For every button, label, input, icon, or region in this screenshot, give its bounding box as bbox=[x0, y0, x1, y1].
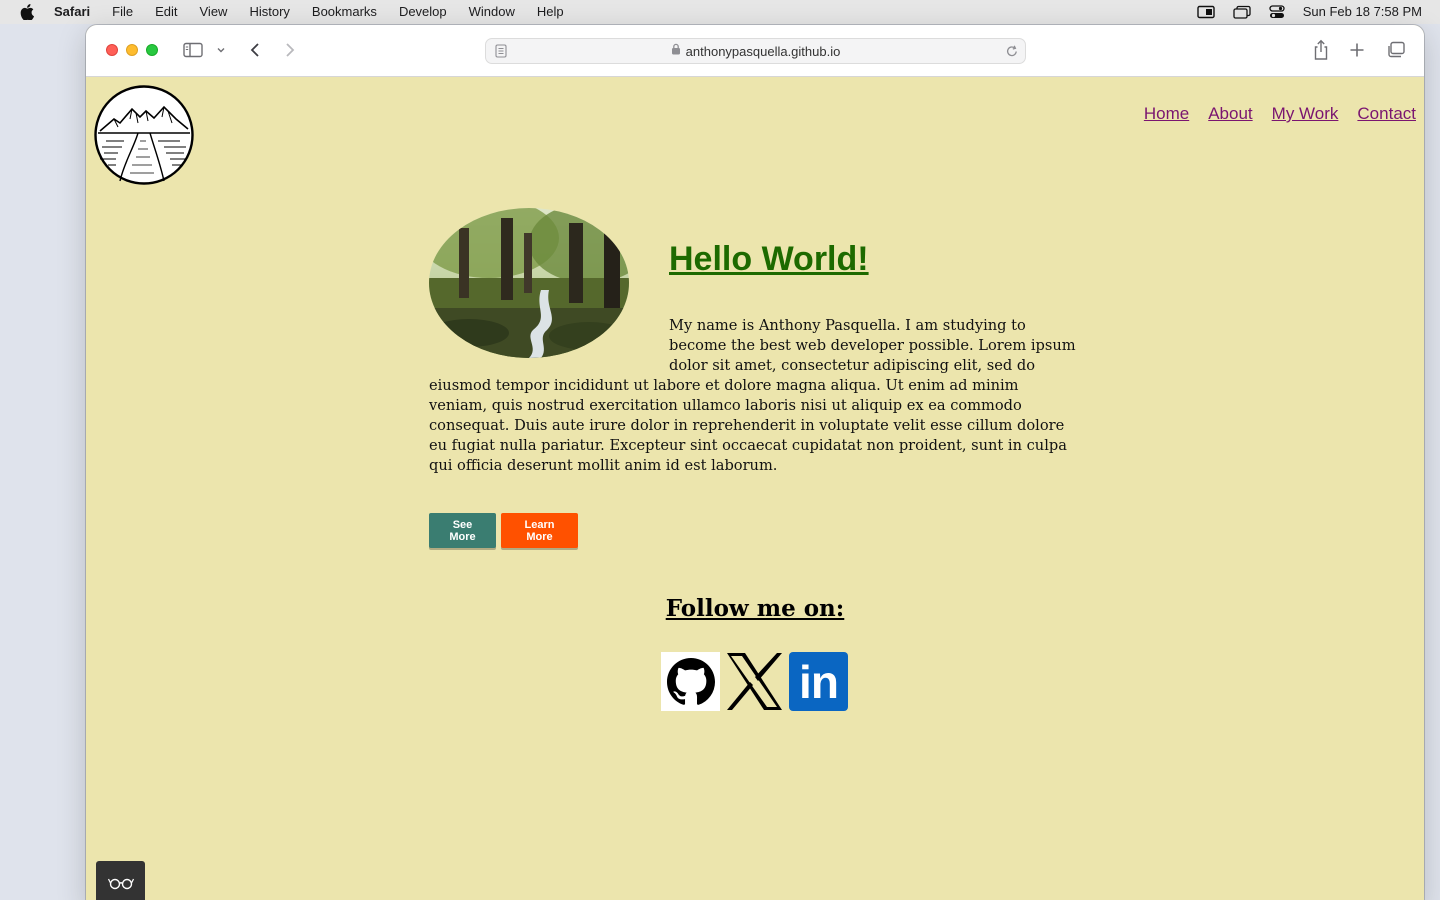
chevron-down-icon[interactable] bbox=[216, 46, 226, 54]
menu-history[interactable]: History bbox=[238, 0, 300, 24]
linkedin-link[interactable]: in bbox=[789, 652, 848, 711]
new-tab-icon[interactable] bbox=[1349, 42, 1365, 58]
menu-window[interactable]: Window bbox=[458, 0, 526, 24]
reader-mode-icon[interactable] bbox=[495, 44, 507, 63]
glasses-icon bbox=[107, 878, 134, 890]
accessibility-widget-button[interactable] bbox=[96, 861, 145, 900]
nav-link-about[interactable]: About bbox=[1208, 104, 1252, 124]
control-center-icon[interactable] bbox=[1269, 5, 1285, 19]
linkedin-icon: in bbox=[799, 655, 839, 708]
sidebar-toggle-icon[interactable] bbox=[183, 42, 203, 58]
menu-file[interactable]: File bbox=[101, 0, 144, 24]
social-links: in bbox=[661, 652, 848, 711]
site-logo[interactable] bbox=[94, 85, 194, 185]
address-bar[interactable]: anthonypasquella.github.io bbox=[485, 38, 1026, 64]
minimize-window-button[interactable] bbox=[126, 44, 138, 56]
apple-icon bbox=[20, 4, 34, 20]
safari-window: anthonypasquella.github.io Home About My… bbox=[86, 25, 1424, 900]
menubar-clock[interactable]: Sun Feb 18 7:58 PM bbox=[1303, 0, 1422, 24]
menu-edit[interactable]: Edit bbox=[144, 0, 188, 24]
intro-section: Hello World! My name is Anthony Pasquell… bbox=[429, 208, 1079, 476]
forest-stream-image bbox=[429, 208, 629, 358]
screen-mirroring-icon[interactable] bbox=[1197, 5, 1215, 19]
menu-develop[interactable]: Develop bbox=[388, 0, 458, 24]
mountain-lake-logo-icon bbox=[94, 85, 194, 185]
learn-more-button[interactable]: Learn More bbox=[501, 513, 578, 548]
forward-button-icon[interactable] bbox=[283, 42, 297, 58]
tab-overview-icon[interactable] bbox=[1386, 41, 1406, 59]
menu-help[interactable]: Help bbox=[526, 0, 575, 24]
stage-manager-icon[interactable] bbox=[1233, 5, 1251, 19]
x-link[interactable] bbox=[725, 652, 784, 711]
main-nav: Home About My Work Contact bbox=[1144, 104, 1416, 124]
browser-toolbar: anthonypasquella.github.io bbox=[86, 25, 1424, 77]
share-icon[interactable] bbox=[1312, 39, 1330, 61]
menu-bookmarks[interactable]: Bookmarks bbox=[301, 0, 388, 24]
github-icon bbox=[666, 657, 715, 705]
x-icon bbox=[727, 653, 782, 710]
menu-view[interactable]: View bbox=[189, 0, 239, 24]
web-page: Home About My Work Contact Hello World! … bbox=[86, 78, 1424, 900]
menu-app-safari[interactable]: Safari bbox=[54, 0, 101, 24]
profile-photo bbox=[429, 208, 629, 358]
see-more-button[interactable]: See More bbox=[429, 513, 496, 548]
nav-link-my-work[interactable]: My Work bbox=[1272, 104, 1339, 124]
apple-menu[interactable] bbox=[0, 4, 54, 20]
back-button-icon[interactable] bbox=[248, 42, 262, 58]
nav-link-home[interactable]: Home bbox=[1144, 104, 1189, 124]
nav-link-contact[interactable]: Contact bbox=[1357, 104, 1416, 124]
lock-icon bbox=[671, 42, 681, 60]
reload-icon[interactable] bbox=[1005, 43, 1019, 64]
close-window-button[interactable] bbox=[106, 44, 118, 56]
zoom-window-button[interactable] bbox=[146, 44, 158, 56]
url-text: anthonypasquella.github.io bbox=[685, 43, 841, 59]
cta-buttons: See More Learn More bbox=[429, 513, 578, 548]
menu-bar: Safari File Edit View History Bookmarks … bbox=[0, 0, 1440, 24]
follow-heading: Follow me on: bbox=[665, 595, 845, 622]
github-link[interactable] bbox=[661, 652, 720, 711]
